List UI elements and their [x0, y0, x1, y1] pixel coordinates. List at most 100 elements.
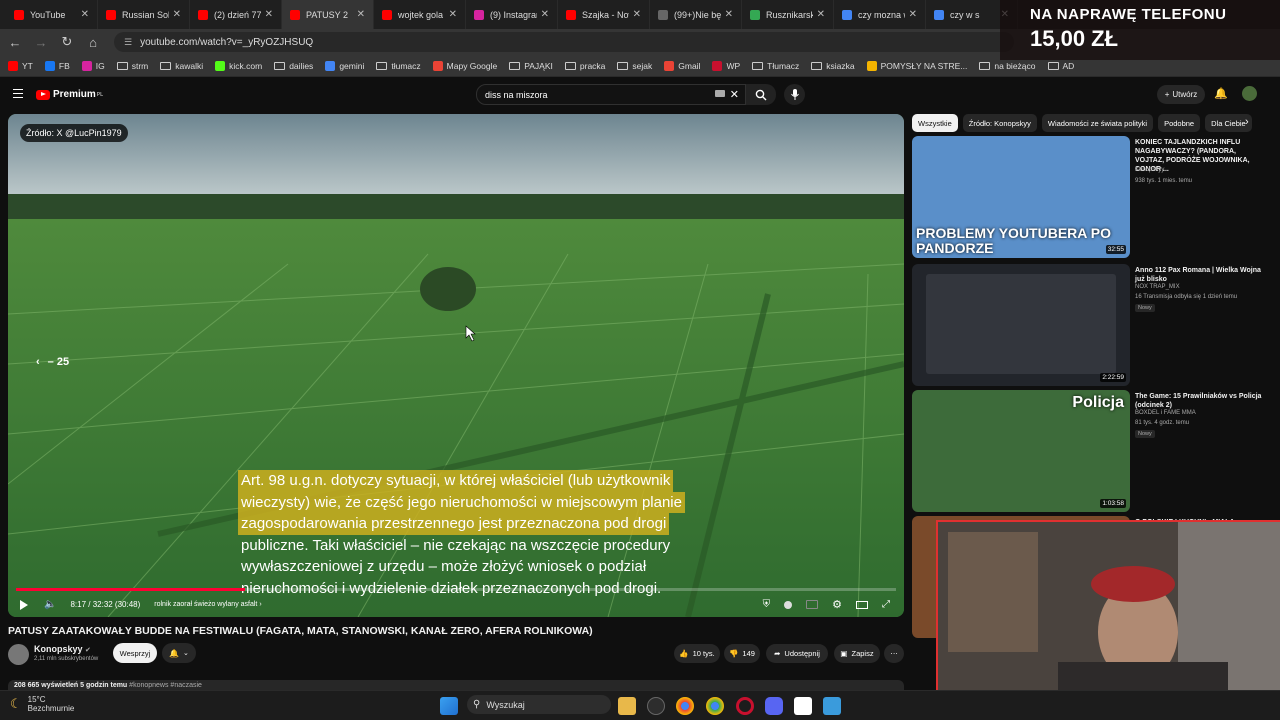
shield-icon[interactable]: ⛨ [763, 599, 771, 610]
menu-icon[interactable] [13, 89, 23, 98]
bookmark-item[interactable]: strm [116, 61, 148, 71]
bookmark-item[interactable]: na bieżąco [979, 61, 1036, 71]
create-button[interactable]: + Utwórz [1157, 85, 1205, 104]
tab-close-icon[interactable]: ✕ [909, 9, 917, 20]
bookmark-item[interactable]: gemini [325, 60, 364, 71]
app-icon[interactable] [647, 697, 665, 715]
search-button[interactable] [746, 84, 776, 105]
recommended-channel[interactable]: NOX TRAP_MIX [1135, 284, 1180, 290]
url-field[interactable]: ☰ youtube.com/watch?v=_yRyOZJHSUQ [114, 32, 1014, 52]
recommended-video[interactable]: 2:22:59 Anno 112 Pax Romana | Wielka Wojn… [912, 264, 1272, 386]
bookmark-item[interactable]: kick.com [215, 60, 262, 71]
like-button[interactable]: 👍 10 tys. [674, 644, 720, 663]
opera-icon[interactable] [736, 697, 754, 715]
browser-icon[interactable] [706, 697, 724, 715]
bookmark-item[interactable]: kawalki [160, 61, 203, 71]
browser-tab[interactable]: YouTube ✕ [6, 0, 98, 29]
dislike-button[interactable]: 👎 149 [724, 644, 760, 663]
voice-search-button[interactable] [784, 84, 805, 105]
filter-chip[interactable]: Wszystkie [912, 114, 958, 132]
bookmark-item[interactable]: WP [712, 60, 740, 71]
filter-chip[interactable]: Wiadomości ze świata polityki [1041, 114, 1154, 132]
support-button[interactable]: Wesprzyj [113, 643, 157, 663]
tab-close-icon[interactable]: ✕ [357, 9, 365, 20]
bookmark-item[interactable]: pracka [564, 61, 605, 71]
file-explorer-icon[interactable] [618, 697, 636, 715]
weather-widget[interactable]: ☾ 15°C Bezchmurnie [10, 695, 74, 713]
notepad-icon[interactable] [823, 697, 841, 715]
capcut-icon[interactable] [794, 697, 812, 715]
bookmark-item[interactable]: Tłumacz [752, 61, 799, 71]
bookmark-item[interactable]: YT [8, 60, 33, 71]
video-thumbnail[interactable]: 2:22:59 [912, 264, 1130, 386]
site-info-icon[interactable]: ☰ [124, 37, 132, 48]
volume-icon[interactable]: 🔈 [44, 599, 56, 610]
notifications-bell-icon[interactable]: 🔔 [1214, 87, 1228, 100]
tab-close-icon[interactable]: ✕ [725, 9, 733, 20]
reload-icon[interactable]: ↻ [56, 34, 78, 50]
chapter-title[interactable]: rolnik zaorał świeżo wylany asfalt › [154, 601, 261, 608]
subtitles-icon[interactable] [806, 600, 819, 609]
share-button[interactable]: ➦ Udostępnij [766, 644, 828, 663]
clear-search-icon[interactable]: ✕ [730, 88, 739, 101]
fullscreen-icon[interactable]: ⤢ [882, 599, 890, 610]
recommended-title[interactable]: The Game: 15 Prawilniaków vs Policja (od… [1135, 392, 1263, 410]
chips-next-chevron-icon[interactable]: › [1245, 116, 1249, 128]
bookmark-item[interactable]: POMYSŁY NA STRE... [866, 60, 967, 71]
browser-tab[interactable]: (2) dzień 77 i ✕ [190, 0, 282, 29]
home-icon[interactable]: ⌂ [82, 35, 104, 50]
forward-icon[interactable]: → [30, 35, 52, 50]
browser-tab[interactable]: wojtek gola ✕ [374, 0, 466, 29]
bookmark-item[interactable]: sejak [617, 61, 652, 71]
recommended-channel[interactable]: Konopskyy [1135, 167, 1164, 173]
browser-tab[interactable]: Szajka - Nowa H ✕ [558, 0, 650, 29]
theater-mode-icon[interactable] [856, 600, 868, 609]
browser-tab[interactable]: (9) Instagram ✕ [466, 0, 558, 29]
save-button[interactable]: ▣ Zapisz [834, 644, 880, 663]
bookmark-item[interactable]: Mapy Google [432, 60, 497, 71]
windows-start-icon[interactable] [440, 697, 458, 715]
autoplay-toggle[interactable] [784, 600, 793, 609]
discord-icon[interactable] [765, 697, 783, 715]
video-player[interactable]: Źródło: X @LucPin1979 ‹ – 25 Art. 98 u.g.… [8, 114, 904, 617]
chrome-icon[interactable] [676, 697, 694, 715]
play-icon[interactable] [20, 599, 28, 610]
bookmark-item[interactable]: dailies [274, 61, 313, 71]
keyboard-icon[interactable] [715, 90, 725, 97]
browser-tab[interactable]: czy mozna wziac ✕ [834, 0, 926, 29]
tab-close-icon[interactable]: ✕ [173, 9, 181, 20]
bookmark-item[interactable]: tłumacz [376, 61, 421, 71]
recommended-channel[interactable]: BOXDEL i FAME MMA [1135, 410, 1196, 416]
filter-chip[interactable]: Podobne [1158, 114, 1201, 132]
tab-close-icon[interactable]: ✕ [449, 9, 457, 20]
bookmark-item[interactable]: ksiazka [811, 61, 855, 71]
back-icon[interactable]: ← [4, 35, 26, 50]
subscription-bell-button[interactable]: 🔔 ⌄ [162, 643, 196, 663]
bookmark-item[interactable]: Gmail [664, 60, 700, 71]
tab-close-icon[interactable]: ✕ [817, 9, 825, 20]
tab-close-icon[interactable]: ✕ [541, 9, 549, 20]
browser-tab[interactable]: Russian Sold ✕ [98, 0, 190, 29]
bookmark-item[interactable]: FB [44, 60, 70, 71]
taskbar-search[interactable]: ⚲ Wyszukaj [467, 695, 611, 714]
channel-name[interactable]: Konopskyy ✔ [34, 644, 91, 654]
tab-close-icon[interactable]: ✕ [633, 9, 641, 20]
browser-tab[interactable]: PATUSY 2 ✕ [282, 0, 374, 29]
youtube-logo[interactable]: Premium PL [36, 89, 103, 100]
bookmark-item[interactable]: IG [81, 60, 105, 71]
browser-tab[interactable]: Rusznikarska-De ✕ [742, 0, 834, 29]
more-actions-button[interactable]: ⋯ [884, 644, 904, 663]
search-input[interactable]: diss na miszora ✕ [476, 84, 746, 105]
progress-bar[interactable] [16, 588, 896, 591]
filter-chip[interactable]: Źródło: Konopskyy [962, 114, 1037, 132]
channel-avatar[interactable] [8, 644, 29, 665]
settings-gear-icon[interactable]: ⚙ [832, 598, 842, 611]
recommended-video[interactable]: PROBLEMY YOUTUBERA PO PANDORZE 32:55 KONIE… [912, 136, 1272, 258]
tab-close-icon[interactable]: ✕ [265, 9, 273, 20]
recommended-title[interactable]: Anno 112 Pax Romana | Wielka Wojna już b… [1135, 266, 1263, 284]
browser-tab[interactable]: (99+)Nie będę u ✕ [650, 0, 742, 29]
bookmark-item[interactable]: PAJĄKI [509, 61, 553, 71]
video-thumbnail[interactable]: Policja 1:03:58 [912, 390, 1130, 512]
recommended-video[interactable]: Policja 1:03:58 The Game: 15 Prawilniaków … [912, 390, 1272, 512]
account-avatar[interactable] [1242, 86, 1257, 101]
